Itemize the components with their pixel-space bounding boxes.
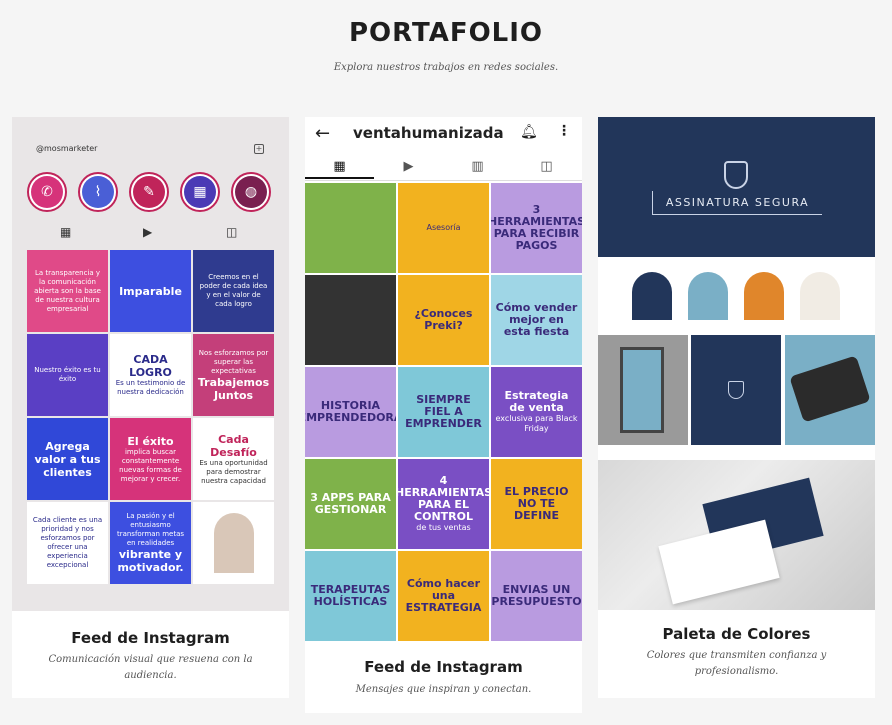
card-caption: Paleta de Colores Colores que transmiten… <box>598 611 875 698</box>
post-tile: Estrategia de venta exclusiva para Black … <box>491 367 582 457</box>
profile-username: ventahumanizada <box>353 124 504 142</box>
post-tile: Asesoría <box>398 183 489 273</box>
highlight-building: ▦ <box>180 172 220 212</box>
grid-icon: ▦ <box>60 225 72 239</box>
post-tile: SIEMPRE FIEL A EMPRENDER <box>398 367 489 457</box>
paperclip-icon: ⌇ <box>82 176 114 208</box>
post-tile: 3 HERRAMIENTAS PARA RECIBIR PAGOS <box>491 183 582 273</box>
post-tile: ENVIAS UN PRESUPUESTO <box>491 551 582 641</box>
post-tile: La pasión y el entusiasmo transforman me… <box>110 502 191 584</box>
post-title: ENVIAS UN PRESUPUESTO <box>491 583 582 608</box>
cover-mockup <box>691 335 781 445</box>
post-tile: Nos esforzamos por superar las expectati… <box>193 334 274 416</box>
card-title: Feed de Instagram <box>364 658 523 676</box>
signage-mockup <box>598 335 688 445</box>
post-tile <box>305 275 396 365</box>
business-cards-photo <box>598 460 875 610</box>
post-tile: CADA LOGRO Es un testimonio de nuestra de… <box>110 334 191 416</box>
post-title: 3 HERRAMIENTAS PARA RECIBIR PAGOS <box>491 203 582 252</box>
profile-handle: @mosmarketer <box>36 144 98 153</box>
post-title: EL PRECIO NO TE DEFINE <box>504 485 569 522</box>
post-title: HISTORIA EMPRENDEDORA <box>305 399 396 424</box>
brand-name: ASSINATURA SEGURA <box>652 191 822 215</box>
post-tile: HISTORIA EMPRENDEDORA <box>305 367 396 457</box>
card-description: Mensajes que inspiran y conectan. <box>355 684 532 695</box>
tagged-icon: ◫ <box>226 225 238 239</box>
card-caption: Feed de Instagram Comunicación visual qu… <box>12 611 289 698</box>
post-title: ¿Conoces Preki? <box>414 307 473 332</box>
post-text: exclusiva para Black Friday <box>495 414 578 433</box>
card-title: Paleta de Colores <box>662 625 811 643</box>
post-tile: Agrega valor a tus clientes <box>27 418 108 500</box>
signage-panel <box>620 347 664 433</box>
business-card-back <box>658 519 780 605</box>
card-description: Colores que transmiten confianza y profe… <box>646 650 827 677</box>
highlight-link: ⌇ <box>78 172 118 212</box>
person-photo <box>213 513 254 573</box>
post-title: Cómo vender mejor en esta fiesta <box>495 301 578 338</box>
post-tile: 3 APPS PARA GESTIONAR <box>305 459 396 549</box>
reels-icon: ▶ <box>403 159 414 174</box>
portfolio-card-instagram-feed-2[interactable]: ← ventahumanizada 🔔︎ ⋮ ▦ ▶ ▥ ◫ Asesoría 3… <box>305 117 582 713</box>
post-tile: EL PRECIO NO TE DEFINE <box>491 459 582 549</box>
brand-logo-panel: ASSINATURA SEGURA <box>598 117 875 257</box>
tablet-mockup <box>785 335 875 445</box>
portfolio-card-instagram-feed-1[interactable]: @mosmarketer + ✆ ⌇ ✎ ▦ ◍ ▦ ▶ ◫ La transp… <box>12 117 289 698</box>
post-tile: Cómo vender mejor en esta fiesta <box>491 275 582 365</box>
post-tile: Cada cliente es una prioridad y nos esfo… <box>27 502 108 584</box>
form-icon: ✎ <box>133 176 165 208</box>
post-tile: Cada Desafío Es una oportunidad para demo… <box>193 418 274 500</box>
highlight-form: ✎ <box>129 172 169 212</box>
post-title: Estrategia de venta <box>504 389 569 414</box>
post-tile: Imparable <box>110 250 191 332</box>
post-title: 3 APPS PARA GESTIONAR <box>310 491 391 516</box>
post-tile <box>305 183 396 273</box>
post-tile: TERAPEUTAS HOLÍSTICAS <box>305 551 396 641</box>
tagged-icon: ◫ <box>540 159 553 174</box>
post-text: Asesoría <box>426 223 461 232</box>
post-text: de tus ventas <box>416 523 471 532</box>
back-arrow-icon: ← <box>315 123 331 144</box>
post-tile: ¿Conoces Preki? <box>398 275 489 365</box>
color-swatch <box>688 272 728 320</box>
post-tile: Creemos en el poder de cada idea y en el… <box>193 250 274 332</box>
color-swatch <box>744 272 784 320</box>
portfolio-card-color-palette[interactable]: ASSINATURA SEGURA Paleta de Colores Colo… <box>598 117 875 698</box>
post-tile: El éxito implica buscar constantemente nu… <box>110 418 191 500</box>
instagram-profile-mockup: @mosmarketer + ✆ ⌇ ✎ ▦ ◍ ▦ ▶ ◫ La transp… <box>12 117 289 611</box>
profile-tabs: ▦ ▶ ◫ <box>12 225 289 243</box>
more-icon: ⋮ <box>557 123 571 139</box>
shield-icon <box>728 381 744 399</box>
globe-icon: ◍ <box>235 176 267 208</box>
post-tile <box>193 502 274 584</box>
color-swatch <box>632 272 672 320</box>
page-title: PORTAFOLIO <box>348 18 544 48</box>
post-tile: Nuestro éxito es tu éxito <box>27 334 108 416</box>
post-tile: Cómo hacer una ESTRATEGIA <box>398 551 489 641</box>
add-post-icon: + <box>254 144 264 154</box>
instagram-top-bar: ← ventahumanizada 🔔︎ ⋮ <box>305 117 582 151</box>
card-title: Feed de Instagram <box>71 629 230 647</box>
bell-icon: 🔔︎ <box>520 124 538 140</box>
post-title: SIEMPRE FIEL A EMPRENDER <box>405 393 482 430</box>
card-caption: Feed de Instagram Mensajes que inspiran … <box>305 643 582 713</box>
profile-tabs: ▦ ▶ ▥ ◫ <box>305 155 582 181</box>
highlight-web: ◍ <box>231 172 271 212</box>
highlight-whatsapp: ✆ <box>27 172 67 212</box>
shield-icon <box>724 161 748 189</box>
post-tile: 4 HERRAMIENTAS PARA EL CONTROL de tus ven… <box>398 459 489 549</box>
guides-icon: ▥ <box>471 159 484 174</box>
reels-icon: ▶ <box>143 225 153 239</box>
post-title: 4 HERRAMIENTAS PARA EL CONTROL <box>398 474 489 523</box>
tablet-device <box>789 355 871 423</box>
post-tile: La transparencia y la comunicación abier… <box>27 250 108 332</box>
color-swatch <box>800 272 840 320</box>
grid-icon: ▦ <box>305 155 374 179</box>
whatsapp-icon: ✆ <box>31 176 63 208</box>
post-title: TERAPEUTAS HOLÍSTICAS <box>310 583 391 608</box>
page-subtitle: Explora nuestros trabajos en redes socia… <box>333 62 559 73</box>
building-icon: ▦ <box>184 176 216 208</box>
post-title: Cómo hacer una ESTRATEGIA <box>405 577 482 614</box>
card-description: Comunicación visual que resuena con la a… <box>48 654 253 681</box>
